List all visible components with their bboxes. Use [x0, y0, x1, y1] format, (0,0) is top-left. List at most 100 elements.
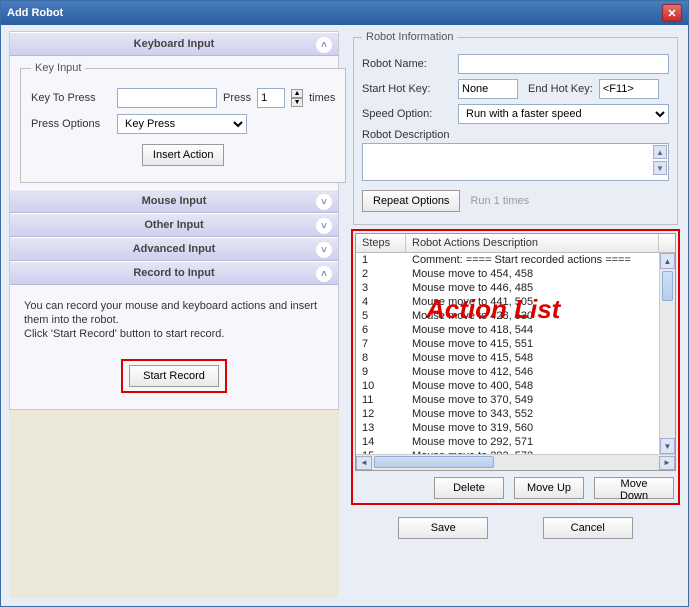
grid-body[interactable]: 1Comment: ==== Start recorded actions ==… [356, 253, 675, 454]
chevron-up-icon: ˄ [316, 266, 332, 282]
cancel-button[interactable]: Cancel [543, 517, 633, 539]
section-label: Advanced Input [133, 243, 216, 255]
record-note: You can record your mouse and keyboard a… [18, 291, 330, 353]
step-cell: 3 [356, 281, 406, 295]
times-label: times [309, 92, 335, 104]
press-options-select[interactable]: Key Press [117, 114, 247, 134]
add-robot-window: Add Robot ✕ Keyboard Input ˄ Key Input K… [0, 0, 689, 607]
key-input-legend: Key Input [31, 62, 85, 74]
insert-action-button[interactable]: Insert Action [142, 144, 225, 166]
spin-up-icon[interactable]: ▲ [291, 89, 303, 98]
end-hot-key-input[interactable] [599, 79, 659, 99]
scroll-down-icon[interactable]: ▼ [660, 438, 675, 454]
section-mouse-input[interactable]: Mouse Input ˅ [10, 189, 338, 213]
section-label: Mouse Input [142, 195, 207, 207]
desc-cell: Mouse move to 454, 458 [406, 267, 675, 281]
desc-cell: Mouse move to 415, 548 [406, 351, 675, 365]
right-column: Robot Information Robot Name: Start Hot … [351, 31, 680, 598]
move-down-button[interactable]: Move Down [594, 477, 674, 499]
section-other-input[interactable]: Other Input ˅ [10, 213, 338, 237]
table-row[interactable]: 7Mouse move to 415, 551 [356, 337, 675, 351]
robot-information-group: Robot Information Robot Name: Start Hot … [353, 31, 678, 225]
step-cell: 7 [356, 337, 406, 351]
close-icon: ✕ [667, 7, 676, 20]
start-record-button[interactable]: Start Record [129, 365, 219, 387]
robot-name-label: Robot Name: [362, 58, 452, 70]
table-row[interactable]: 1Comment: ==== Start recorded actions ==… [356, 253, 675, 267]
close-button[interactable]: ✕ [662, 4, 682, 22]
scroll-left-icon[interactable]: ◄ [356, 456, 372, 470]
desc-cell: Mouse move to 319, 560 [406, 421, 675, 435]
delete-button[interactable]: Delete [434, 477, 504, 499]
step-cell: 4 [356, 295, 406, 309]
table-row[interactable]: 8Mouse move to 415, 548 [356, 351, 675, 365]
left-column: Keyboard Input ˄ Key Input Key To Press … [9, 31, 339, 598]
desc-cell: Mouse move to 412, 546 [406, 365, 675, 379]
table-row[interactable]: 12Mouse move to 343, 552 [356, 407, 675, 421]
col-steps-header[interactable]: Steps [356, 234, 406, 252]
section-advanced-input[interactable]: Advanced Input ˅ [10, 237, 338, 261]
start-hot-key-input[interactable] [458, 79, 518, 99]
scroll-right-icon[interactable]: ► [659, 456, 675, 470]
col-desc-header[interactable]: Robot Actions Description [406, 234, 659, 252]
desc-cell: Mouse move to 400, 548 [406, 379, 675, 393]
step-cell: 5 [356, 309, 406, 323]
key-to-press-label: Key To Press [31, 92, 111, 104]
repeat-status: Run 1 times [470, 195, 529, 207]
section-label: Keyboard Input [134, 38, 215, 50]
table-row[interactable]: 13Mouse move to 319, 560 [356, 421, 675, 435]
key-input-group: Key Input Key To Press Press ▲ ▼ times [20, 62, 346, 183]
step-cell: 6 [356, 323, 406, 337]
spin-down-icon[interactable]: ▼ [291, 98, 303, 107]
chevron-down-icon: ˅ [316, 218, 332, 234]
actions-grid: Steps Robot Actions Description 1Comment… [355, 233, 676, 471]
table-row[interactable]: 9Mouse move to 412, 546 [356, 365, 675, 379]
horizontal-scrollbar[interactable]: ◄ ► [356, 454, 675, 470]
table-row[interactable]: 2Mouse move to 454, 458 [356, 267, 675, 281]
desc-cell: Mouse move to 446, 485 [406, 281, 675, 295]
vertical-scrollbar[interactable]: ▲ ▼ [659, 253, 675, 454]
save-button[interactable]: Save [398, 517, 488, 539]
robot-description-label: Robot Description [362, 129, 449, 141]
desc-scroll-down-icon[interactable]: ▼ [653, 161, 667, 175]
desc-cell: Mouse move to 370, 549 [406, 393, 675, 407]
robot-description-textarea[interactable] [362, 143, 669, 181]
desc-cell: Mouse move to 428, 530 [406, 309, 675, 323]
table-row[interactable]: 5Mouse move to 428, 530 [356, 309, 675, 323]
table-row[interactable]: 14Mouse move to 292, 571 [356, 435, 675, 449]
scroll-up-icon[interactable]: ▲ [660, 253, 675, 269]
step-cell: 12 [356, 407, 406, 421]
key-to-press-input[interactable] [117, 88, 217, 108]
step-cell: 13 [356, 421, 406, 435]
desc-cell: Mouse move to 292, 571 [406, 435, 675, 449]
table-row[interactable]: 4Mouse move to 441, 505 [356, 295, 675, 309]
desc-cell: Mouse move to 415, 551 [406, 337, 675, 351]
window-title: Add Robot [7, 7, 662, 19]
step-cell: 9 [356, 365, 406, 379]
section-record-to-input[interactable]: Record to Input ˄ [10, 261, 338, 285]
section-keyboard-input[interactable]: Keyboard Input ˄ [10, 32, 338, 56]
robot-name-input[interactable] [458, 54, 669, 74]
section-label: Record to Input [133, 267, 214, 279]
table-row[interactable]: 3Mouse move to 446, 485 [356, 281, 675, 295]
end-hot-key-label: End Hot Key: [528, 83, 593, 95]
speed-option-select[interactable]: Run with a faster speed [458, 104, 669, 124]
section-label: Other Input [144, 219, 203, 231]
step-cell: 2 [356, 267, 406, 281]
step-cell: 1 [356, 253, 406, 267]
table-row[interactable]: 6Mouse move to 418, 544 [356, 323, 675, 337]
table-row[interactable]: 10Mouse move to 400, 548 [356, 379, 675, 393]
table-row[interactable]: 11Mouse move to 370, 549 [356, 393, 675, 407]
step-cell: 14 [356, 435, 406, 449]
move-up-button[interactable]: Move Up [514, 477, 584, 499]
press-count-input[interactable] [257, 88, 285, 108]
chevron-up-icon: ˄ [316, 37, 332, 53]
desc-cell: Mouse move to 418, 544 [406, 323, 675, 337]
step-cell: 11 [356, 393, 406, 407]
repeat-options-button[interactable]: Repeat Options [362, 190, 460, 212]
scroll-thumb[interactable] [662, 271, 673, 301]
titlebar[interactable]: Add Robot ✕ [1, 1, 688, 25]
desc-scroll-up-icon[interactable]: ▲ [653, 145, 667, 159]
h-scroll-thumb[interactable] [374, 456, 494, 468]
step-cell: 10 [356, 379, 406, 393]
